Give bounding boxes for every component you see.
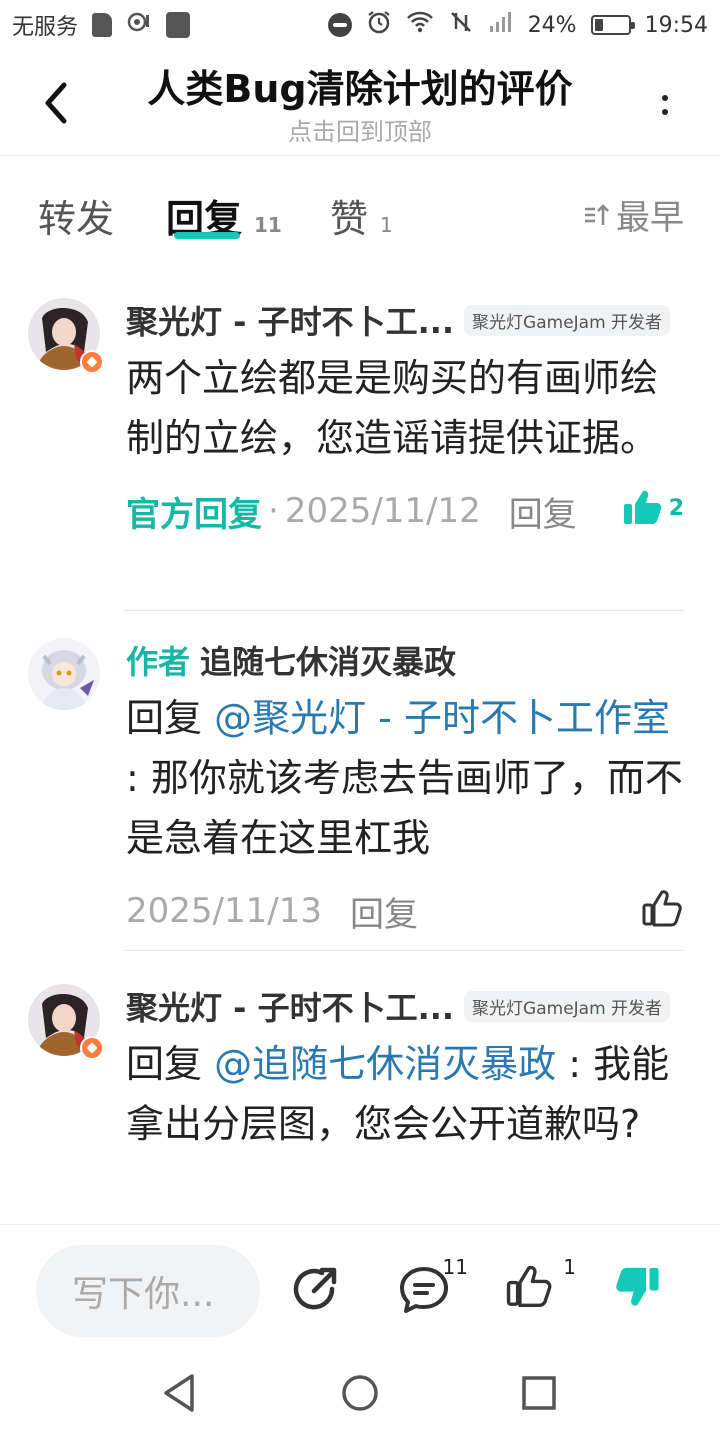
separator-dot: · (268, 491, 279, 531)
tab-label: 转发 (38, 197, 115, 241)
developer-tag: 聚光灯GameJam 开发者 (464, 990, 671, 1022)
sort-button[interactable]: 最早 (582, 190, 684, 239)
more-options-button[interactable] (650, 80, 680, 130)
app-notification-icon (166, 12, 191, 38)
battery-percent: 24% (527, 12, 577, 38)
nav-recents-button[interactable] (514, 1368, 564, 1418)
tab-count: 11 (254, 213, 282, 237)
comment-button[interactable]: 11 (396, 1255, 468, 1321)
do-not-disturb-icon (327, 13, 352, 37)
commenter-name[interactable]: 聚光灯 - 子时不卜工... (126, 983, 454, 1029)
reply-button[interactable]: 回复 (509, 487, 577, 536)
comment-count-badge: 11 (442, 1255, 468, 1279)
clock: 19:54 (644, 12, 708, 38)
tab-bar: 转发 回复 11 赞 1 最早 (0, 160, 720, 260)
alarm-icon (366, 9, 392, 41)
divider (124, 610, 684, 611)
reply-body: : 那你就该考虑去告画师了，而不是急着在这里杠我 (126, 756, 683, 860)
tab-count: 1 (380, 213, 393, 237)
developer-badge-icon (80, 1036, 104, 1060)
more-dot-icon (662, 109, 668, 115)
comment-date: 2025/11/13 (126, 891, 322, 931)
sort-label: 最早 (616, 198, 684, 238)
reply-button[interactable]: 回复 (350, 887, 418, 936)
system-navigation-bar (0, 1344, 720, 1440)
signal-icon (488, 10, 514, 40)
comment-text: 回复 @聚光灯 - 子时不卜工作室 : 那你就该考虑去告画师了，而不是急着在这里… (126, 688, 684, 868)
developer-tag: 聚光灯GameJam 开发者 (464, 304, 671, 336)
thumbs-up-filled-icon (623, 490, 661, 524)
carrier-text: 无服务 (12, 15, 79, 40)
comment-date: 2025/11/12 (284, 491, 481, 531)
like-count: 2 (668, 495, 684, 521)
avatar[interactable] (28, 638, 100, 710)
tab-likes[interactable]: 赞 1 (330, 188, 393, 243)
wifi-icon (406, 10, 434, 40)
scroll-to-top-link[interactable]: 点击回到顶部 (0, 112, 720, 147)
official-reply-label: 官方回复 (126, 494, 262, 535)
share-icon (293, 1267, 337, 1310)
author-tag: 作者 (126, 643, 191, 681)
like-button[interactable] (640, 886, 684, 930)
active-tab-indicator (174, 232, 240, 239)
like-count-badge: 1 (563, 1255, 576, 1279)
nav-home-button[interactable] (335, 1368, 385, 1418)
triangle-back-icon (164, 1374, 194, 1412)
reply-prefix: 回复 (126, 1042, 215, 1086)
dislike-button[interactable] (612, 1261, 672, 1321)
battery-icon (590, 15, 635, 35)
commenter-name[interactable]: 聚光灯 - 子时不卜工... (126, 297, 454, 343)
page-title: 人类Bug清除计划的评价 (147, 67, 573, 111)
circle-home-icon (342, 1375, 378, 1411)
comment-input[interactable]: 写下你... (36, 1245, 260, 1337)
more-dot-icon (662, 95, 668, 101)
page-header: 人类Bug清除计划的评价 点击回到顶部 (0, 50, 720, 156)
share-button[interactable] (288, 1261, 348, 1321)
status-bar: 无服务 24% 19:54 (0, 0, 720, 50)
square-recents-icon (522, 1376, 556, 1410)
thumbs-up-icon (506, 1265, 552, 1308)
thumbs-down-filled-icon (616, 1267, 659, 1306)
like-button[interactable]: 2 (621, 486, 684, 530)
mention-link[interactable]: @追随七休消灭暴政 (214, 1042, 556, 1086)
comment-text: 回复 @追随七休消灭暴政 : 我能拿出分层图，您会公开道歉吗? (126, 1034, 684, 1154)
thumbs-up-icon (642, 890, 682, 927)
sd-card-icon (92, 13, 113, 37)
bottom-action-bar: 写下你... 11 1 (0, 1224, 720, 1344)
hotspot-icon (126, 9, 152, 41)
tab-label: 赞 (330, 197, 369, 241)
like-post-button[interactable]: 1 (504, 1255, 576, 1321)
reply-prefix: 回复 (126, 696, 215, 740)
commenter-name[interactable]: 追随七休消灭暴政 (200, 637, 456, 683)
developer-badge-icon (80, 350, 104, 374)
comment-text: 两个立绘都是是购买的有画师绘制的立绘，您造谣请提供证据。 (126, 356, 659, 460)
tab-forward[interactable]: 转发 (38, 188, 114, 243)
sort-icon (585, 203, 609, 225)
divider (124, 950, 684, 951)
no-data-icon (448, 9, 474, 41)
mention-link[interactable]: @聚光灯 - 子时不卜工作室 (214, 696, 670, 740)
nav-back-button[interactable] (156, 1368, 206, 1418)
